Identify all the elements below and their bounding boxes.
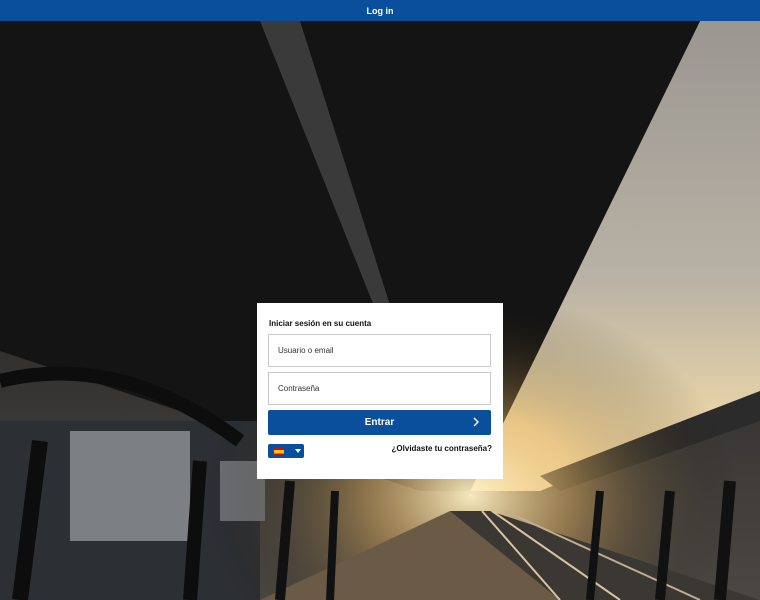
submit-button[interactable]: Entrar: [268, 410, 491, 435]
language-selector[interactable]: [268, 444, 304, 458]
top-bar: Log in: [0, 0, 760, 21]
chevron-right-icon: [473, 417, 479, 427]
username-field-container: [268, 334, 491, 367]
login-card: Iniciar sesión en su cuenta Entrar ¿Olvi…: [257, 303, 503, 479]
password-field-container: [268, 372, 491, 405]
login-heading: Iniciar sesión en su cuenta: [269, 319, 372, 328]
caret-down-icon: [295, 449, 301, 453]
spain-flag-icon: [274, 447, 284, 455]
username-input[interactable]: [278, 346, 481, 355]
password-input[interactable]: [278, 384, 481, 393]
top-bar-title: Log in: [366, 5, 394, 16]
submit-button-label: Entrar: [364, 417, 395, 428]
forgot-password-link[interactable]: ¿Olvidaste tu contraseña?: [392, 444, 492, 453]
